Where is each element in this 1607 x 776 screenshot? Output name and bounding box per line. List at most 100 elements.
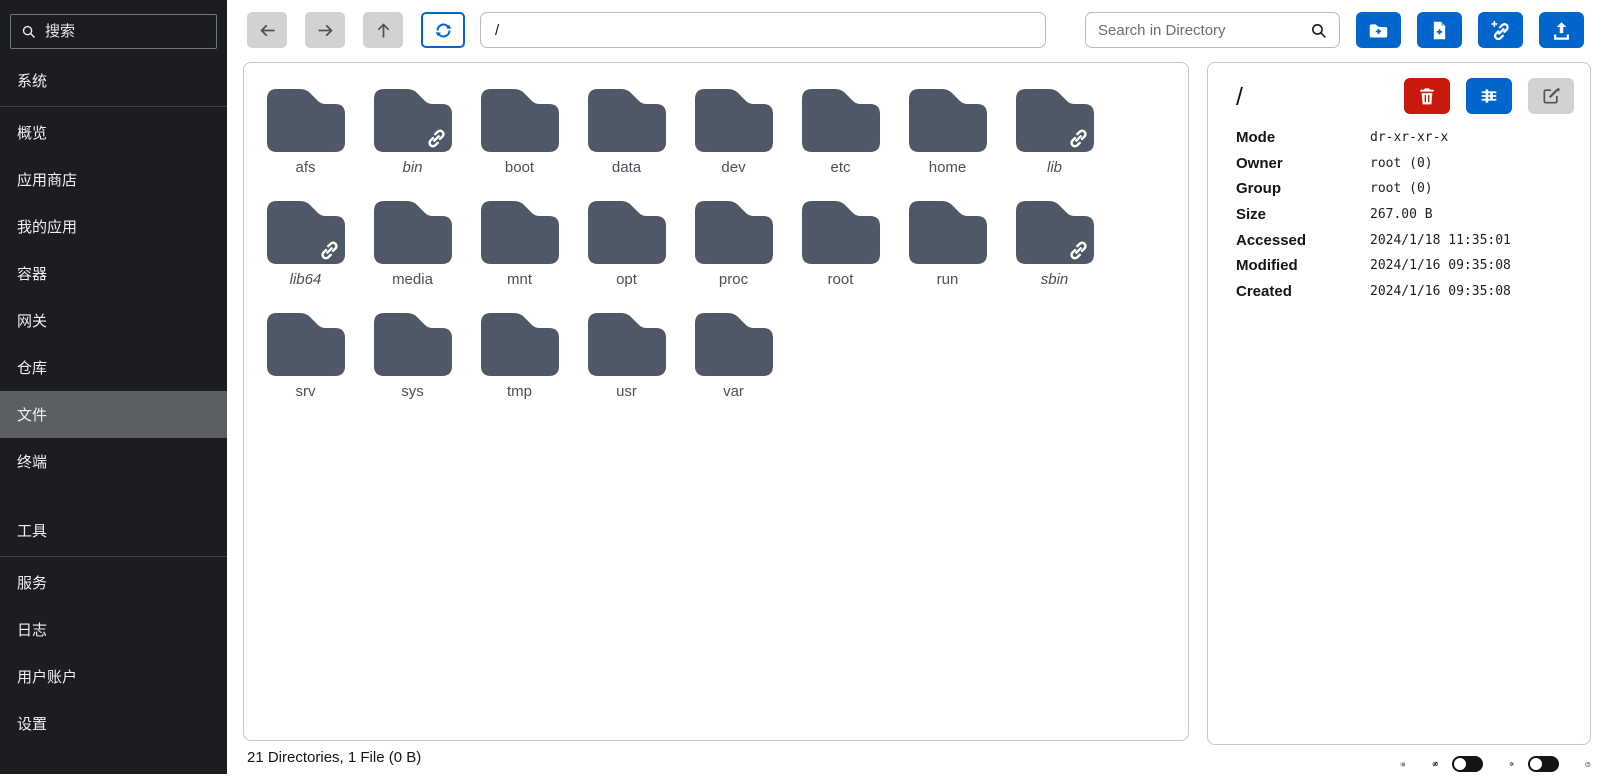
file-name: lib64 — [290, 271, 322, 288]
new-directory-button[interactable] — [1356, 12, 1401, 48]
gear-icon[interactable] — [1509, 754, 1514, 774]
file-name: sbin — [1041, 271, 1069, 288]
file-name: opt — [616, 271, 637, 288]
upload-icon — [1551, 20, 1572, 41]
refresh-icon — [434, 21, 453, 40]
property-row-size: Size 267.00 B — [1236, 202, 1574, 228]
show-hidden-toggle[interactable] — [1452, 756, 1483, 772]
search-icon[interactable] — [1310, 22, 1327, 39]
edit-icon — [1541, 86, 1561, 106]
sidebar-item-my-apps[interactable]: 我的应用 — [0, 203, 227, 250]
file-name: lib — [1047, 159, 1062, 176]
new-file-button[interactable] — [1417, 12, 1462, 48]
sidebar-divider — [0, 556, 227, 557]
properties-table: Mode dr-xr-xr-x Owner root (0) Group roo… — [1236, 125, 1574, 304]
sidebar-item-settings[interactable]: 设置 — [0, 700, 227, 747]
details-panel: / Mode dr-xr-xr-x Owner root (0) Group r… — [1207, 62, 1591, 745]
file-item-etc[interactable]: etc — [787, 89, 894, 195]
sidebar-item-logs[interactable]: 日志 — [0, 606, 227, 653]
sidebar-search[interactable] — [10, 14, 217, 49]
sidebar: 系统 概览 应用商店 我的应用 容器 网关 仓库 文件 终端 工具 服务 日志 … — [0, 0, 227, 774]
file-name: etc — [830, 159, 850, 176]
properties-button[interactable] — [1466, 78, 1512, 114]
symlink-badge-icon — [319, 240, 340, 261]
rename-button[interactable] — [1528, 78, 1574, 114]
up-button[interactable] — [363, 12, 403, 48]
file-item-mnt[interactable]: mnt — [466, 201, 573, 307]
sidebar-search-input[interactable] — [45, 23, 206, 40]
sidebar-item-containers[interactable]: 容器 — [0, 250, 227, 297]
file-item-sbin[interactable]: sbin — [1001, 201, 1108, 307]
file-item-boot[interactable]: boot — [466, 89, 573, 195]
file-item-data[interactable]: data — [573, 89, 680, 195]
new-link-icon — [1490, 20, 1511, 41]
file-name: root — [828, 271, 854, 288]
file-item-srv[interactable]: srv — [252, 313, 359, 419]
property-row-mode: Mode dr-xr-xr-x — [1236, 125, 1574, 151]
file-item-opt[interactable]: opt — [573, 201, 680, 307]
file-item-sys[interactable]: sys — [359, 313, 466, 419]
list-view-icon[interactable] — [1400, 754, 1406, 775]
folder-icon — [909, 201, 987, 264]
sidebar-gap — [0, 485, 227, 507]
sidebar-item-accounts[interactable]: 用户账户 — [0, 653, 227, 700]
file-item-home[interactable]: home — [894, 89, 1001, 195]
edit-mode-toggle[interactable] — [1528, 756, 1559, 772]
file-name: afs — [295, 159, 315, 176]
upload-button[interactable] — [1539, 12, 1584, 48]
delete-button[interactable] — [1404, 78, 1450, 114]
folder-icon — [695, 313, 773, 376]
folder-icon — [588, 313, 666, 376]
file-item-var[interactable]: var — [680, 313, 787, 419]
file-item-bin[interactable]: bin — [359, 89, 466, 195]
file-item-tmp[interactable]: tmp — [466, 313, 573, 419]
back-button[interactable] — [247, 12, 287, 48]
folder-icon — [267, 89, 345, 152]
file-item-dev[interactable]: dev — [680, 89, 787, 195]
new-link-button[interactable] — [1478, 12, 1523, 48]
symlink-badge-icon — [1068, 128, 1089, 149]
refresh-button[interactable] — [421, 12, 465, 48]
sidebar-item-system[interactable]: 系统 — [0, 57, 227, 104]
sidebar-item-gateway[interactable]: 网关 — [0, 297, 227, 344]
property-row-accessed: Accessed 2024/1/18 11:35:01 — [1236, 227, 1574, 253]
folder-icon — [588, 89, 666, 152]
folder-icon — [909, 89, 987, 152]
sidebar-item-app-store[interactable]: 应用商店 — [0, 156, 227, 203]
property-row-group: Group root (0) — [1236, 176, 1574, 202]
file-name: tmp — [507, 383, 532, 400]
file-name: mnt — [507, 271, 532, 288]
file-name: boot — [505, 159, 534, 176]
directory-search-input[interactable] — [1098, 22, 1310, 39]
sidebar-item-tools[interactable]: 工具 — [0, 507, 227, 554]
folder-icon — [267, 313, 345, 376]
sidebar-item-services[interactable]: 服务 — [0, 559, 227, 606]
file-item-root[interactable]: root — [787, 201, 894, 307]
eye-slash-icon[interactable] — [1432, 752, 1439, 776]
file-item-afs[interactable]: afs — [252, 89, 359, 195]
file-name: usr — [616, 383, 637, 400]
sidebar-item-overview[interactable]: 概览 — [0, 109, 227, 156]
path-input[interactable] — [480, 12, 1046, 48]
arrow-right-icon — [316, 21, 335, 40]
folder-icon — [481, 313, 559, 376]
folder-icon — [481, 89, 559, 152]
sidebar-item-files[interactable]: 文件 — [0, 391, 227, 438]
sidebar-item-terminal[interactable]: 终端 — [0, 438, 227, 485]
sidebar-item-repository[interactable]: 仓库 — [0, 344, 227, 391]
directory-status: 21 Directories, 1 File (0 B) — [247, 749, 421, 766]
file-item-usr[interactable]: usr — [573, 313, 680, 419]
file-item-lib[interactable]: lib — [1001, 89, 1108, 195]
file-name: data — [612, 159, 641, 176]
file-item-media[interactable]: media — [359, 201, 466, 307]
file-name: media — [392, 271, 433, 288]
folder-icon — [481, 201, 559, 264]
file-grid: afs bin boot data dev etc home — [244, 63, 1188, 419]
forward-button[interactable] — [305, 12, 345, 48]
file-item-run[interactable]: run — [894, 201, 1001, 307]
question-icon[interactable] — [1585, 754, 1591, 775]
folder-icon — [802, 201, 880, 264]
file-item-proc[interactable]: proc — [680, 201, 787, 307]
directory-search[interactable] — [1085, 12, 1340, 48]
file-item-lib64[interactable]: lib64 — [252, 201, 359, 307]
